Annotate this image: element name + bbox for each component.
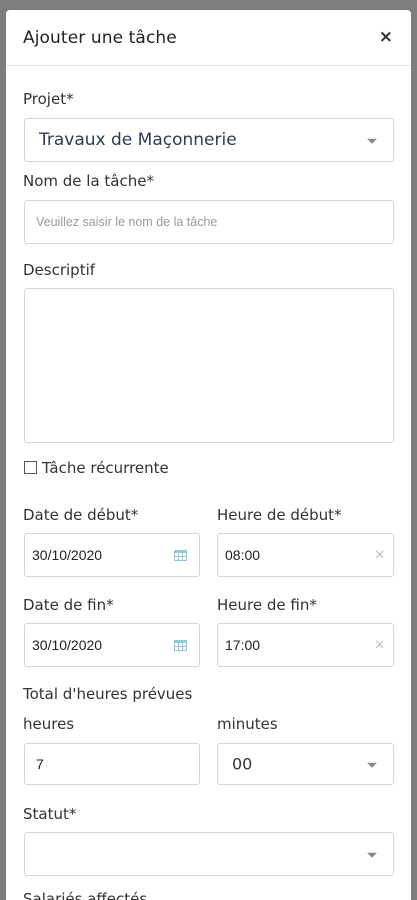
calendar-icon[interactable] — [174, 639, 187, 651]
total-hours-label: Total d'heures prévues — [23, 685, 193, 703]
description-textarea[interactable] — [24, 288, 394, 443]
minutes-select-value: 00 — [232, 754, 253, 774]
project-label: Projet* — [23, 90, 74, 108]
clear-icon[interactable]: × — [374, 548, 385, 563]
end-time-value: 17:00 — [225, 637, 261, 653]
start-date-label: Date de début* — [23, 506, 139, 524]
task-name-placeholder: Veuillez saisir le nom de la tâche — [36, 215, 218, 229]
end-date-value: 30/10/2020 — [32, 637, 103, 653]
close-icon[interactable]: × — [379, 29, 393, 46]
end-date-label: Date de fin* — [23, 596, 114, 614]
start-time-field[interactable]: 08:00 × — [217, 533, 394, 577]
calendar-icon[interactable] — [174, 549, 187, 561]
end-date-field[interactable]: 30/10/2020 — [24, 623, 200, 667]
start-time-value: 08:00 — [225, 547, 261, 563]
end-time-field[interactable]: 17:00 × — [217, 623, 394, 667]
checkbox-icon[interactable] — [24, 461, 37, 474]
hours-label: heures — [23, 715, 75, 733]
description-label: Descriptif — [23, 261, 96, 279]
chevron-down-icon — [367, 762, 377, 768]
start-date-value: 30/10/2020 — [32, 547, 103, 563]
chevron-down-icon — [367, 852, 377, 858]
task-name-label: Nom de la tâche* — [23, 172, 154, 190]
minutes-select[interactable]: 00 — [217, 743, 394, 785]
recurring-task-label[interactable]: Tâche récurrente — [42, 459, 169, 477]
status-label: Statut* — [23, 805, 77, 823]
status-select[interactable] — [24, 832, 394, 876]
assigned-employees-label: Salariés affectés — [23, 890, 148, 900]
hours-input[interactable]: 7 — [24, 743, 200, 785]
chevron-down-icon — [367, 138, 377, 144]
end-time-label: Heure de fin* — [217, 596, 317, 614]
minutes-label: minutes — [217, 715, 278, 733]
task-name-field[interactable]: Veuillez saisir le nom de la tâche — [24, 200, 394, 244]
project-select-value: Travaux de Maçonnerie — [39, 130, 237, 150]
start-time-label: Heure de début* — [217, 506, 342, 524]
modal-header: Ajouter une tâche × — [6, 10, 411, 66]
modal-title: Ajouter une tâche — [23, 27, 177, 48]
hours-value: 7 — [36, 756, 44, 772]
project-select[interactable]: Travaux de Maçonnerie — [24, 118, 394, 162]
start-date-field[interactable]: 30/10/2020 — [24, 533, 200, 577]
clear-icon[interactable]: × — [374, 638, 385, 653]
add-task-modal: Ajouter une tâche × Projet* Travaux de M… — [6, 10, 411, 900]
